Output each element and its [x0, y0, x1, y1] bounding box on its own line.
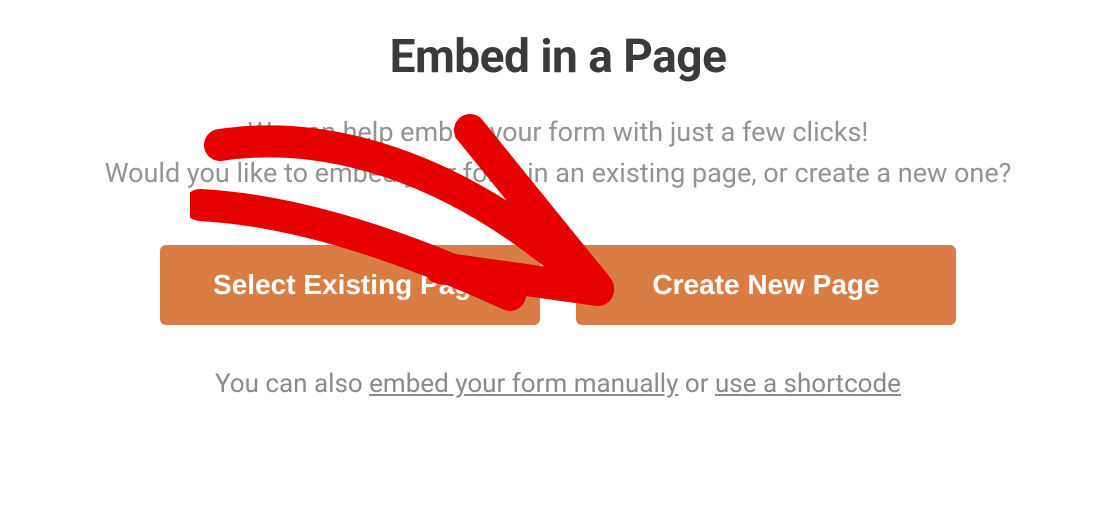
footer-middle: or — [678, 369, 715, 399]
page-title: Embed in a Page — [390, 30, 727, 84]
embed-manually-link[interactable]: embed your form manually — [369, 369, 678, 399]
footer-prefix: You can also — [215, 369, 369, 399]
button-row: Select Existing Page Create New Page — [160, 245, 956, 325]
description-line1: We can help embed your form with just a … — [248, 116, 869, 148]
description-text: We can help embed your form with just a … — [105, 112, 1012, 193]
select-existing-page-button[interactable]: Select Existing Page — [160, 245, 540, 325]
footer-text: You can also embed your form manually or… — [215, 369, 901, 399]
create-new-page-button[interactable]: Create New Page — [576, 245, 956, 325]
use-shortcode-link[interactable]: use a shortcode — [715, 369, 901, 399]
description-line2: Would you like to embed your form in an … — [105, 157, 1012, 189]
